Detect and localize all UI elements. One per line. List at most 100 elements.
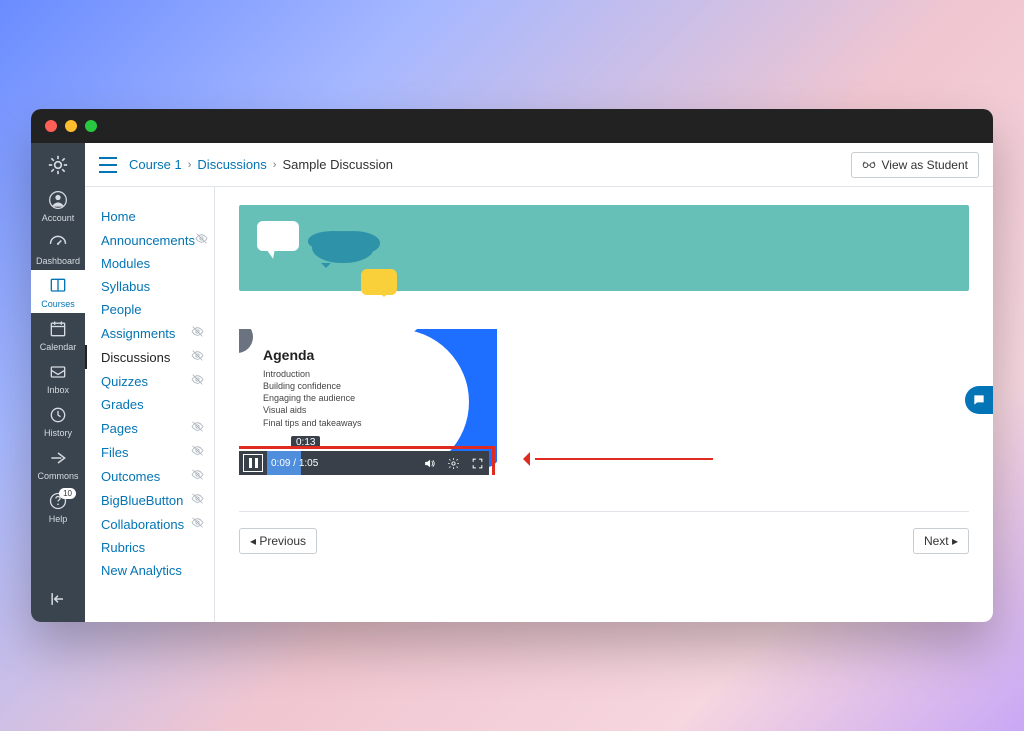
speech-bubble-icon bbox=[257, 221, 299, 251]
video-controls: 0:09 / 1:05 bbox=[239, 451, 489, 475]
history-icon bbox=[47, 404, 69, 426]
time-display: 0:09 / 1:05 bbox=[267, 458, 318, 469]
header-row: Course 1 › Discussions › Sample Discussi… bbox=[85, 143, 993, 187]
course-nav-item[interactable]: Rubrics bbox=[85, 536, 214, 559]
course-nav-item[interactable]: Announcements bbox=[85, 228, 214, 252]
window-minimize-button[interactable] bbox=[65, 120, 77, 132]
breadcrumb-section[interactable]: Discussions bbox=[197, 157, 266, 172]
global-nav-help[interactable]: 10 Help bbox=[31, 485, 85, 528]
thought-bubble-icon bbox=[312, 223, 374, 269]
chat-icon bbox=[972, 393, 986, 407]
course-nav-item[interactable]: Files bbox=[85, 440, 214, 464]
course-nav-item[interactable]: New Analytics bbox=[85, 559, 214, 582]
user-icon bbox=[47, 189, 69, 211]
app-body: Account Dashboard Courses Calendar Inbox… bbox=[31, 143, 993, 622]
main-row: Home Announcements Modules Syllabus People As… bbox=[85, 187, 993, 622]
breadcrumb-separator: › bbox=[188, 159, 192, 171]
button-label: View as Student bbox=[881, 158, 968, 172]
view-as-student-button[interactable]: View as Student bbox=[851, 152, 979, 178]
nav-label: History bbox=[44, 428, 72, 438]
nav-label: BigBlueButton bbox=[101, 493, 183, 508]
nav-label: Syllabus bbox=[101, 279, 150, 294]
course-nav-item[interactable]: Pages bbox=[85, 416, 214, 440]
course-nav-item[interactable]: Modules bbox=[85, 252, 214, 275]
global-nav-account[interactable]: Account bbox=[31, 184, 85, 227]
nav-label: New Analytics bbox=[101, 563, 182, 578]
hidden-icon bbox=[191, 516, 204, 532]
help-badge: 10 bbox=[59, 488, 76, 499]
course-nav-item[interactable]: Outcomes bbox=[85, 464, 214, 488]
nav-label: Rubrics bbox=[101, 540, 145, 555]
course-nav-item[interactable]: Discussions bbox=[85, 345, 214, 369]
nav-label: Files bbox=[101, 445, 128, 460]
content-area: Course 1 › Discussions › Sample Discussi… bbox=[85, 143, 993, 622]
module-pager: ◂ Previous Next ▸ bbox=[239, 528, 969, 554]
hidden-icon bbox=[191, 373, 204, 389]
nav-label: Home bbox=[101, 209, 136, 224]
nav-label: Modules bbox=[101, 256, 150, 271]
breadcrumb-course[interactable]: Course 1 bbox=[129, 157, 182, 172]
progress-bar[interactable]: 0:09 / 1:05 bbox=[267, 451, 417, 475]
previous-button[interactable]: ◂ Previous bbox=[239, 528, 317, 554]
pause-button[interactable] bbox=[243, 454, 263, 472]
global-nav-inbox[interactable]: Inbox bbox=[31, 356, 85, 399]
content-pane: Agenda Introduction Building confidence … bbox=[215, 187, 993, 622]
global-nav-commons[interactable]: Commons bbox=[31, 442, 85, 485]
browser-window: Account Dashboard Courses Calendar Inbox… bbox=[31, 109, 993, 622]
global-nav-history[interactable]: History bbox=[31, 399, 85, 442]
settings-button[interactable] bbox=[441, 451, 465, 475]
global-nav-calendar[interactable]: Calendar bbox=[31, 313, 85, 356]
video-embed[interactable]: Agenda Introduction Building confidence … bbox=[239, 329, 497, 475]
slide-line: Engaging the audience bbox=[263, 392, 362, 404]
slide-line: Final tips and takeaways bbox=[263, 417, 362, 429]
nav-label: Account bbox=[42, 213, 75, 223]
hidden-icon bbox=[191, 325, 204, 341]
course-nav-item[interactable]: Syllabus bbox=[85, 275, 214, 298]
nav-label: Collaborations bbox=[101, 517, 184, 532]
window-zoom-button[interactable] bbox=[85, 120, 97, 132]
breadcrumbs: Course 1 › Discussions › Sample Discussi… bbox=[129, 157, 393, 172]
volume-button[interactable] bbox=[417, 451, 441, 475]
global-nav-dashboard[interactable]: Dashboard bbox=[31, 227, 85, 270]
inbox-icon bbox=[47, 361, 69, 383]
help-chat-button[interactable] bbox=[965, 386, 993, 414]
course-nav: Home Announcements Modules Syllabus People As… bbox=[85, 187, 215, 622]
nav-label: Help bbox=[49, 514, 68, 524]
nav-label: Grades bbox=[101, 397, 144, 412]
fullscreen-button[interactable] bbox=[465, 451, 489, 475]
course-nav-item[interactable]: Home bbox=[85, 205, 214, 228]
course-nav-item[interactable]: Quizzes bbox=[85, 369, 214, 393]
video-region: Agenda Introduction Building confidence … bbox=[239, 329, 739, 475]
global-nav-collapse[interactable] bbox=[31, 583, 85, 614]
hidden-icon bbox=[191, 492, 204, 508]
next-button[interactable]: Next ▸ bbox=[913, 528, 969, 554]
slide-line: Building confidence bbox=[263, 380, 362, 392]
slide-line: Introduction bbox=[263, 368, 362, 380]
canvas-logo[interactable] bbox=[31, 149, 85, 180]
course-nav-item[interactable]: Grades bbox=[85, 393, 214, 416]
nav-label: Outcomes bbox=[101, 469, 160, 484]
global-nav-courses[interactable]: Courses bbox=[31, 270, 85, 313]
breadcrumb-current: Sample Discussion bbox=[282, 157, 393, 172]
course-menu-toggle[interactable] bbox=[99, 157, 119, 173]
nav-label: Calendar bbox=[40, 342, 77, 352]
annotation-arrow bbox=[523, 455, 713, 463]
window-close-button[interactable] bbox=[45, 120, 57, 132]
course-nav-item[interactable]: Collaborations bbox=[85, 512, 214, 536]
slide-text: Agenda Introduction Building confidence … bbox=[263, 347, 362, 429]
canvas-logo-icon bbox=[47, 154, 69, 176]
nav-label: Announcements bbox=[101, 233, 195, 248]
hidden-icon bbox=[191, 420, 204, 436]
breadcrumb-separator: › bbox=[273, 159, 277, 171]
calendar-icon bbox=[47, 318, 69, 340]
progress-tooltip: 0:13 bbox=[291, 436, 320, 449]
course-nav-item[interactable]: People bbox=[85, 298, 214, 321]
course-nav-item[interactable]: Assignments bbox=[85, 321, 214, 345]
course-nav-item[interactable]: BigBlueButton bbox=[85, 488, 214, 512]
nav-label: Quizzes bbox=[101, 374, 148, 389]
nav-label: Assignments bbox=[101, 326, 175, 341]
courses-icon bbox=[47, 275, 69, 297]
hidden-icon bbox=[191, 468, 204, 484]
speech-bubble-icon bbox=[361, 269, 397, 295]
divider bbox=[239, 511, 969, 512]
